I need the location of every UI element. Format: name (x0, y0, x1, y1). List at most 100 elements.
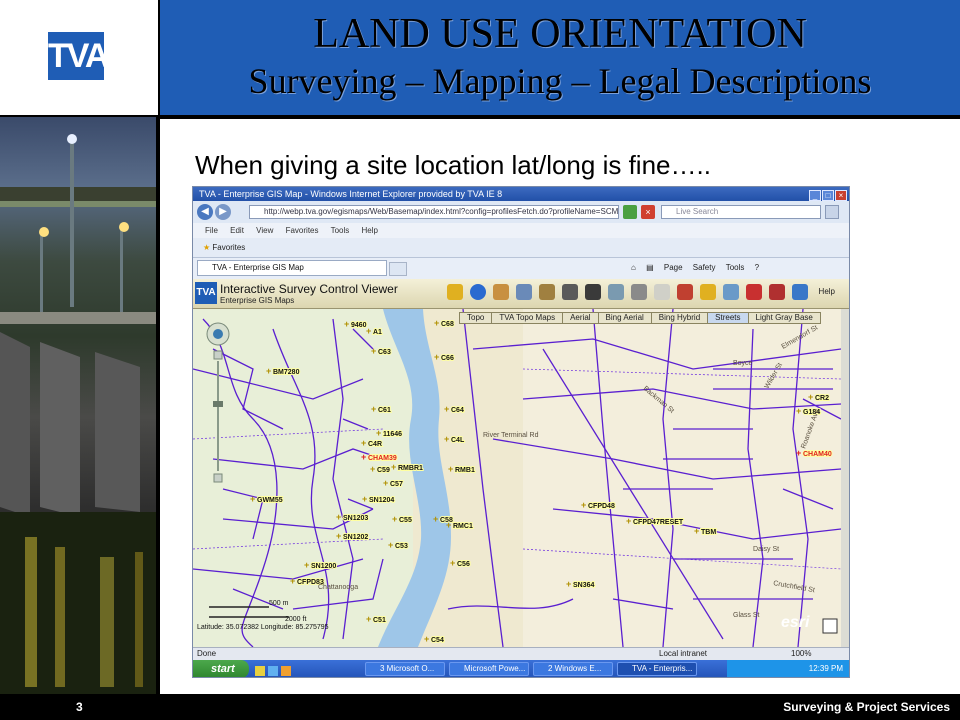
menu-file[interactable]: File (205, 226, 218, 235)
task-powerpoint[interactable]: Microsoft Powe... (449, 662, 529, 676)
task-tva-enterprise[interactable]: TVA - Enterpris... (617, 662, 697, 676)
tab-tva-topo-maps[interactable]: TVA Topo Maps (491, 312, 564, 324)
measure-icon[interactable] (539, 284, 555, 300)
security-zone: Local intranet (659, 649, 708, 658)
menu-edit[interactable]: Edit (230, 226, 244, 235)
marker-icon[interactable]: + (796, 448, 801, 458)
start-button[interactable]: start (193, 660, 249, 677)
browser-tab[interactable]: TVA - Enterprise GIS Map (197, 260, 387, 276)
print-icon[interactable]: ▤ (646, 263, 654, 272)
tab-bing-aerial[interactable]: Bing Aerial (597, 312, 652, 324)
marker-icon[interactable]: + (808, 392, 813, 402)
clear-icon[interactable] (654, 284, 670, 300)
help-icon[interactable]: ? (755, 263, 759, 272)
bookmark-icon[interactable] (677, 284, 693, 300)
search-icon[interactable] (825, 205, 839, 219)
tab-bing-hybrid[interactable]: Bing Hybrid (650, 312, 709, 324)
marker-icon[interactable]: + (434, 318, 439, 328)
minimize-icon[interactable]: _ (809, 190, 821, 201)
marker-icon[interactable]: + (371, 346, 376, 356)
zoom-extent-icon[interactable] (608, 284, 624, 300)
marker-icon[interactable]: + (444, 404, 449, 414)
marker-icon[interactable]: + (694, 526, 699, 536)
map-view[interactable]: + + + + + + + + + + + + + + + + + + + + + + + + + + + + + + + + + + + + 946… (193, 309, 841, 647)
map-scrollbar[interactable] (841, 309, 849, 647)
marker-icon[interactable]: + (434, 352, 439, 362)
marker-icon[interactable]: + (250, 494, 255, 504)
menu-tools[interactable]: Tools (331, 226, 350, 235)
close-icon[interactable]: × (835, 190, 847, 201)
safety-menu[interactable]: Safety (693, 263, 716, 272)
save-icon[interactable] (746, 284, 762, 300)
ie-icon[interactable] (255, 666, 265, 676)
marker-icon[interactable]: + (366, 614, 371, 624)
favorites-button[interactable]: Favorites (212, 243, 245, 252)
marker-icon[interactable]: + (266, 366, 271, 376)
expand-icon[interactable] (822, 618, 838, 634)
marker-icon[interactable]: + (383, 478, 388, 488)
marker-icon[interactable]: + (450, 558, 455, 568)
tab-light-gray-base[interactable]: Light Gray Base (747, 312, 821, 324)
menu-favorites[interactable]: Favorites (286, 226, 319, 235)
marker-icon[interactable]: + (796, 406, 801, 416)
marker-icon[interactable]: + (290, 576, 295, 586)
marker-icon[interactable]: + (391, 462, 396, 472)
pan-icon[interactable] (585, 284, 601, 300)
home-icon[interactable]: ⌂ (631, 263, 636, 272)
tools-icon[interactable] (792, 284, 808, 300)
folder-icon[interactable] (447, 284, 463, 300)
identify-icon[interactable] (516, 284, 532, 300)
new-tab-button[interactable] (389, 262, 407, 276)
table-icon[interactable] (723, 284, 739, 300)
info-icon[interactable] (470, 284, 486, 300)
address-input[interactable]: http://webp.tva.gov/egismaps/Web/Basemap… (249, 205, 619, 219)
desktop-icon[interactable] (268, 666, 278, 676)
menu-help[interactable]: Help (362, 226, 378, 235)
search-input[interactable]: Live Search (661, 205, 821, 219)
select-icon[interactable] (631, 284, 647, 300)
marker-icon[interactable]: + (371, 404, 376, 414)
marker-icon[interactable]: + (362, 494, 367, 504)
map-canvas[interactable]: +++++++ ++++++ ++++ ++ + ++++++++++++++++ 946… (193, 309, 841, 647)
marker-icon[interactable]: + (581, 500, 586, 510)
tab-streets[interactable]: Streets (707, 312, 749, 324)
marker-icon[interactable]: + (370, 464, 375, 474)
maximize-icon[interactable]: □ (822, 190, 834, 201)
tab-aerial[interactable]: Aerial (562, 312, 599, 324)
help-link[interactable]: Help (819, 287, 835, 296)
forward-icon[interactable]: ▶ (215, 204, 231, 220)
marker-icon[interactable]: + (336, 531, 341, 541)
marker-icon[interactable]: + (304, 560, 309, 570)
layers-icon[interactable] (493, 284, 509, 300)
marker-icon[interactable]: + (566, 579, 571, 589)
task-microsoft-outlook[interactable]: 3 Microsoft O... (365, 662, 445, 676)
clock: 12:39 PM (808, 664, 843, 673)
menu-view[interactable]: View (256, 226, 273, 235)
media-icon[interactable] (281, 666, 291, 676)
marker-icon[interactable]: + (336, 512, 341, 522)
marker-icon[interactable]: + (424, 634, 429, 644)
marker-icon[interactable]: + (433, 514, 438, 524)
marker-icon[interactable]: + (392, 514, 397, 524)
marker-icon[interactable]: + (448, 464, 453, 474)
marker-icon[interactable]: + (388, 540, 393, 550)
tab-topo[interactable]: Topo (459, 312, 493, 324)
marker-icon[interactable]: + (376, 428, 381, 438)
task-windows-explorer[interactable]: 2 Windows E... (533, 662, 613, 676)
title-bar: LAND USE ORIENTATION Surveying – Mapping… (160, 0, 960, 117)
zoom-level[interactable]: 100% (791, 648, 811, 660)
stop-icon[interactable]: × (641, 205, 655, 219)
print-tool-icon[interactable] (562, 284, 578, 300)
marker-icon[interactable]: + (361, 438, 366, 448)
tools-menu[interactable]: Tools (726, 263, 745, 272)
marker-icon[interactable]: + (444, 434, 449, 444)
marker-icon[interactable]: + (361, 452, 366, 462)
page-menu[interactable]: Page (664, 263, 683, 272)
back-icon[interactable]: ◀ (197, 204, 213, 220)
marker-icon[interactable]: + (366, 326, 371, 336)
marker-icon[interactable]: + (344, 319, 349, 329)
open-folder-icon[interactable] (700, 284, 716, 300)
marker-icon[interactable]: + (626, 516, 631, 526)
refresh-icon[interactable] (623, 205, 637, 219)
vehicle-icon[interactable] (769, 284, 785, 300)
